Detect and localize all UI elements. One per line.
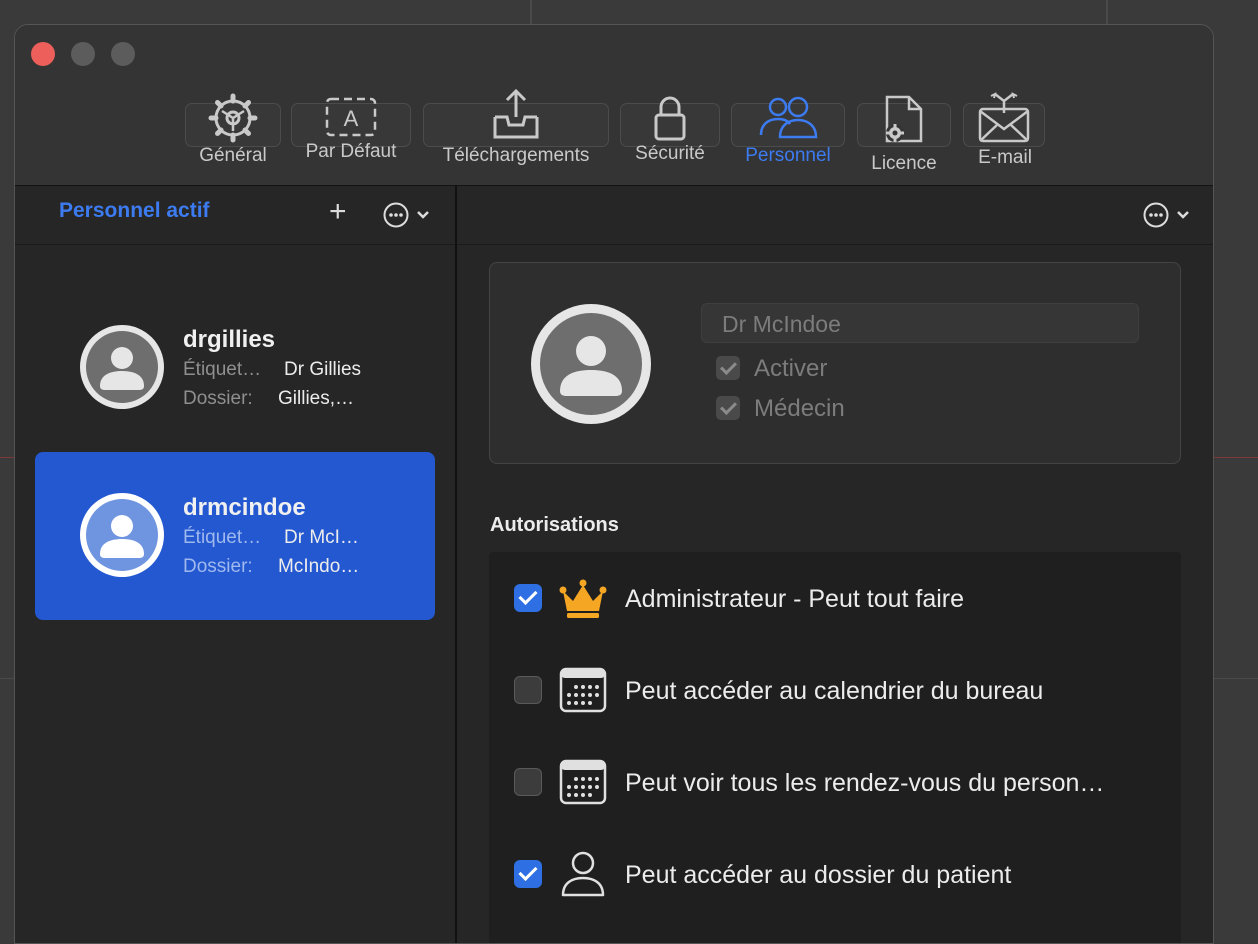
tab-par-defaut[interactable]: A Par Défaut — [291, 91, 411, 175]
permissions-title: Autorisations — [490, 514, 619, 536]
staff-list-item[interactable]: drgillies Étiquet… Dr Gillies Dossier: G… — [35, 284, 435, 452]
background-divider — [530, 0, 532, 24]
people-icon — [759, 96, 818, 139]
folder-key: Dossier: — [183, 556, 253, 577]
background-divider — [1106, 0, 1108, 24]
label-value: Dr Gillies — [284, 359, 362, 380]
avatar[interactable] — [530, 303, 652, 425]
text-field-icon: A — [325, 97, 377, 137]
tab-personnel[interactable]: Personnel — [731, 91, 845, 175]
tab-label: Téléchargements — [442, 145, 590, 166]
staff-name-field[interactable]: Dr McIndoe — [701, 303, 1139, 343]
label-key: Étiquet… — [183, 359, 262, 380]
permission-label: Peut accéder au calendrier du bureau — [625, 677, 1044, 705]
avatar — [80, 493, 164, 577]
background-guide-line — [1214, 678, 1258, 679]
doctor-checkbox[interactable]: Médecin — [716, 395, 845, 423]
gear-icon — [208, 93, 258, 143]
permissions-list: Administrateur - Peut tout faire Peut ac… — [489, 552, 1181, 943]
tab-general[interactable]: Général — [185, 91, 281, 175]
staff-sidebar: Personnel actif + drgillies Étiquet… Dr … — [15, 186, 457, 943]
detail-header — [457, 186, 1213, 245]
staff-profile-card: Dr McIndoe Activer Médecin — [489, 262, 1181, 464]
upload-tray-icon — [493, 88, 539, 139]
sidebar-title: Personnel actif — [59, 199, 210, 222]
staff-folder-row: Dossier: Gillies,… — [183, 388, 354, 410]
tab-label: Général — [199, 145, 267, 166]
folder-value: Gillies,… — [278, 388, 355, 409]
activate-checkbox[interactable]: Activer — [716, 355, 827, 383]
activate-label: Activer — [754, 355, 828, 382]
sidebar-header: Personnel actif + — [15, 186, 455, 245]
crown-icon — [559, 579, 607, 618]
permission-row[interactable]: Peut accéder au calendrier du bureau — [489, 644, 1181, 736]
checkbox-box — [716, 355, 740, 380]
tab-email[interactable]: E-mail — [963, 89, 1047, 173]
doctor-label: Médecin — [754, 395, 845, 422]
label-value: Dr McI… — [284, 527, 359, 548]
permission-label: Peut voir tous les rendez-vous du person… — [625, 769, 1105, 797]
tab-licence[interactable]: Licence — [857, 91, 951, 179]
permission-checkbox[interactable] — [514, 676, 542, 704]
tab-label: Licence — [871, 153, 937, 174]
tab-label: Par Défaut — [305, 141, 397, 162]
more-options-button[interactable] — [1141, 200, 1191, 230]
envelope-icon — [978, 92, 1030, 143]
checkbox-box — [716, 395, 740, 420]
person-icon — [561, 851, 605, 897]
staff-username: drmcindoe — [183, 494, 306, 521]
permission-checkbox[interactable] — [514, 584, 542, 612]
staff-label-row: Étiquet… Dr Gillies — [183, 359, 361, 381]
permission-row[interactable]: Administrateur - Peut tout faire — [489, 552, 1181, 644]
staff-list-item[interactable]: drmcindoe Étiquet… Dr McI… Dossier: McIn… — [35, 452, 435, 620]
permission-label: Peut accéder au dossier du patient — [625, 861, 1012, 889]
tab-label: Personnel — [745, 145, 831, 166]
staff-label-row: Étiquet… Dr McI… — [183, 527, 359, 549]
close-window-button[interactable] — [31, 42, 55, 66]
tab-securite[interactable]: Sécurité — [620, 91, 720, 175]
background-guide-line — [0, 678, 14, 679]
permission-row[interactable]: Peut voir tous les rendez-vous du person… — [489, 736, 1181, 828]
folder-value: McIndo… — [278, 556, 360, 577]
tab-label: Sécurité — [635, 143, 705, 164]
toolbar: Général A Par Défaut Téléchargements Séc… — [15, 25, 1213, 186]
staff-detail-pane: Dr McIndoe Activer Médecin Autorisations… — [457, 186, 1213, 943]
background-guide-line — [1214, 457, 1258, 458]
calendar-icon — [559, 759, 607, 805]
minimize-window-button[interactable] — [71, 42, 95, 66]
document-gear-icon — [885, 95, 923, 143]
preferences-window: Général A Par Défaut Téléchargements Séc… — [14, 24, 1214, 944]
avatar — [80, 325, 164, 409]
tab-telechargements[interactable]: Téléchargements — [423, 85, 609, 175]
permission-checkbox[interactable] — [514, 860, 542, 888]
permission-label: Administrateur - Peut tout faire — [625, 585, 965, 613]
staff-folder-row: Dossier: McIndo… — [183, 556, 359, 578]
permission-checkbox[interactable] — [514, 768, 542, 796]
permission-row[interactable]: Peut accéder au dossier du patient — [489, 828, 1181, 920]
tab-label: E-mail — [978, 147, 1032, 168]
label-key: Étiquet… — [183, 527, 262, 548]
add-staff-button[interactable]: + — [329, 196, 347, 228]
zoom-window-button[interactable] — [111, 42, 135, 66]
background-guide-line — [0, 457, 14, 458]
lock-icon — [654, 96, 686, 141]
calendar-icon — [559, 667, 607, 713]
staff-username: drgillies — [183, 326, 276, 353]
svg-text:A: A — [344, 106, 359, 131]
folder-key: Dossier: — [183, 388, 253, 409]
more-options-button[interactable] — [381, 200, 431, 230]
